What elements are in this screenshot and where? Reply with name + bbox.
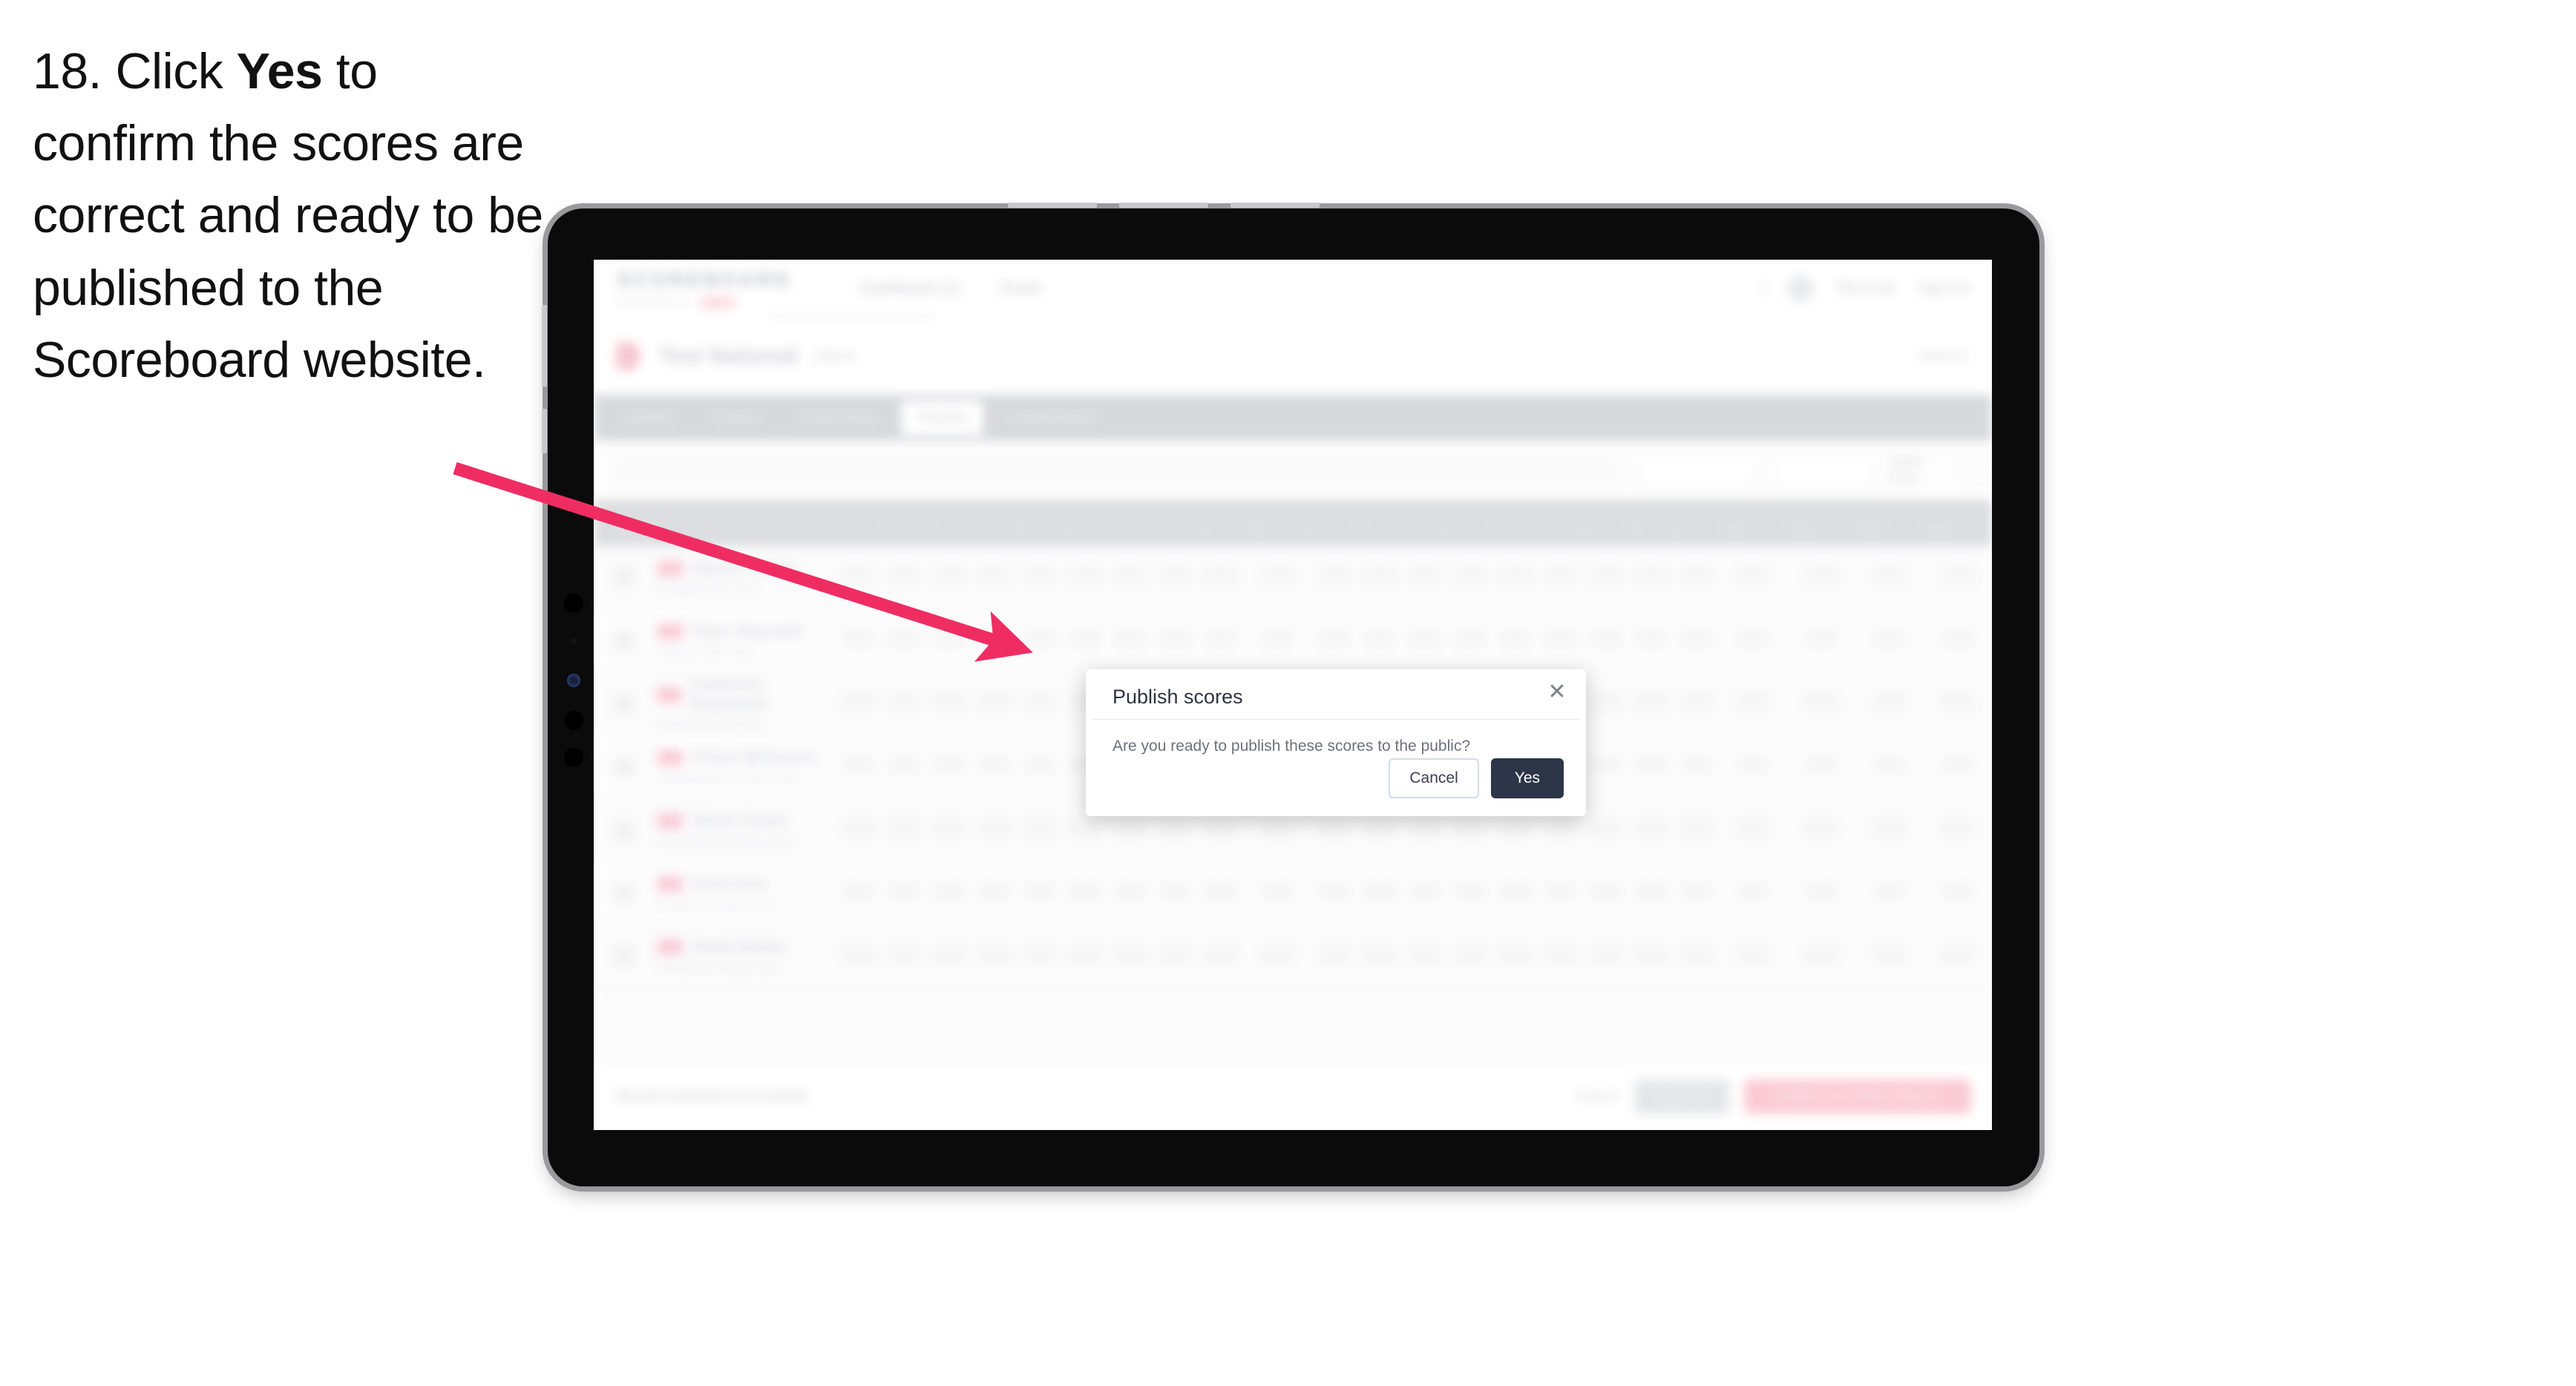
flash-icon: [567, 674, 580, 687]
device-volume-button[interactable]: [542, 305, 547, 387]
cancel-button[interactable]: Cancel: [1389, 758, 1479, 798]
publish-scores-dialog: Publish scores ✕ Are you ready to publis…: [1086, 669, 1586, 816]
device-antenna-line-3: [1230, 203, 1320, 208]
dialog-message: Are you ready to publish these scores to…: [1112, 738, 1471, 755]
camera-lens-secondary-icon: [564, 711, 583, 730]
device-antenna-line-2: [1119, 203, 1208, 208]
dialog-header: Publish scores ✕: [1092, 669, 1580, 720]
device-power-button[interactable]: [542, 409, 547, 453]
instruction-text-before: Click: [115, 43, 237, 99]
yes-button[interactable]: Yes: [1490, 758, 1564, 798]
camera-lens-tertiary-icon: [564, 748, 583, 767]
microphone-icon: [571, 638, 577, 644]
instruction-text: 18. Click Yes to confirm the scores are …: [33, 36, 552, 396]
close-icon[interactable]: ✕: [1544, 680, 1570, 705]
dialog-body: Are you ready to publish these scores to…: [1086, 720, 1586, 755]
instruction-emphasis: Yes: [236, 43, 323, 99]
tablet-device-frame: SCOREBOARD POWERED BY BETA Dashboard (1)…: [542, 203, 2039, 1186]
tablet-screen: SCOREBOARD POWERED BY BETA Dashboard (1)…: [594, 260, 1992, 1130]
device-antenna-line-1: [1008, 203, 1097, 208]
camera-lens-icon: [564, 594, 583, 613]
dialog-title: Publish scores: [1112, 686, 1243, 708]
dialog-actions: Cancel Yes: [1389, 758, 1564, 798]
instruction-step-number: 18.: [33, 43, 102, 99]
